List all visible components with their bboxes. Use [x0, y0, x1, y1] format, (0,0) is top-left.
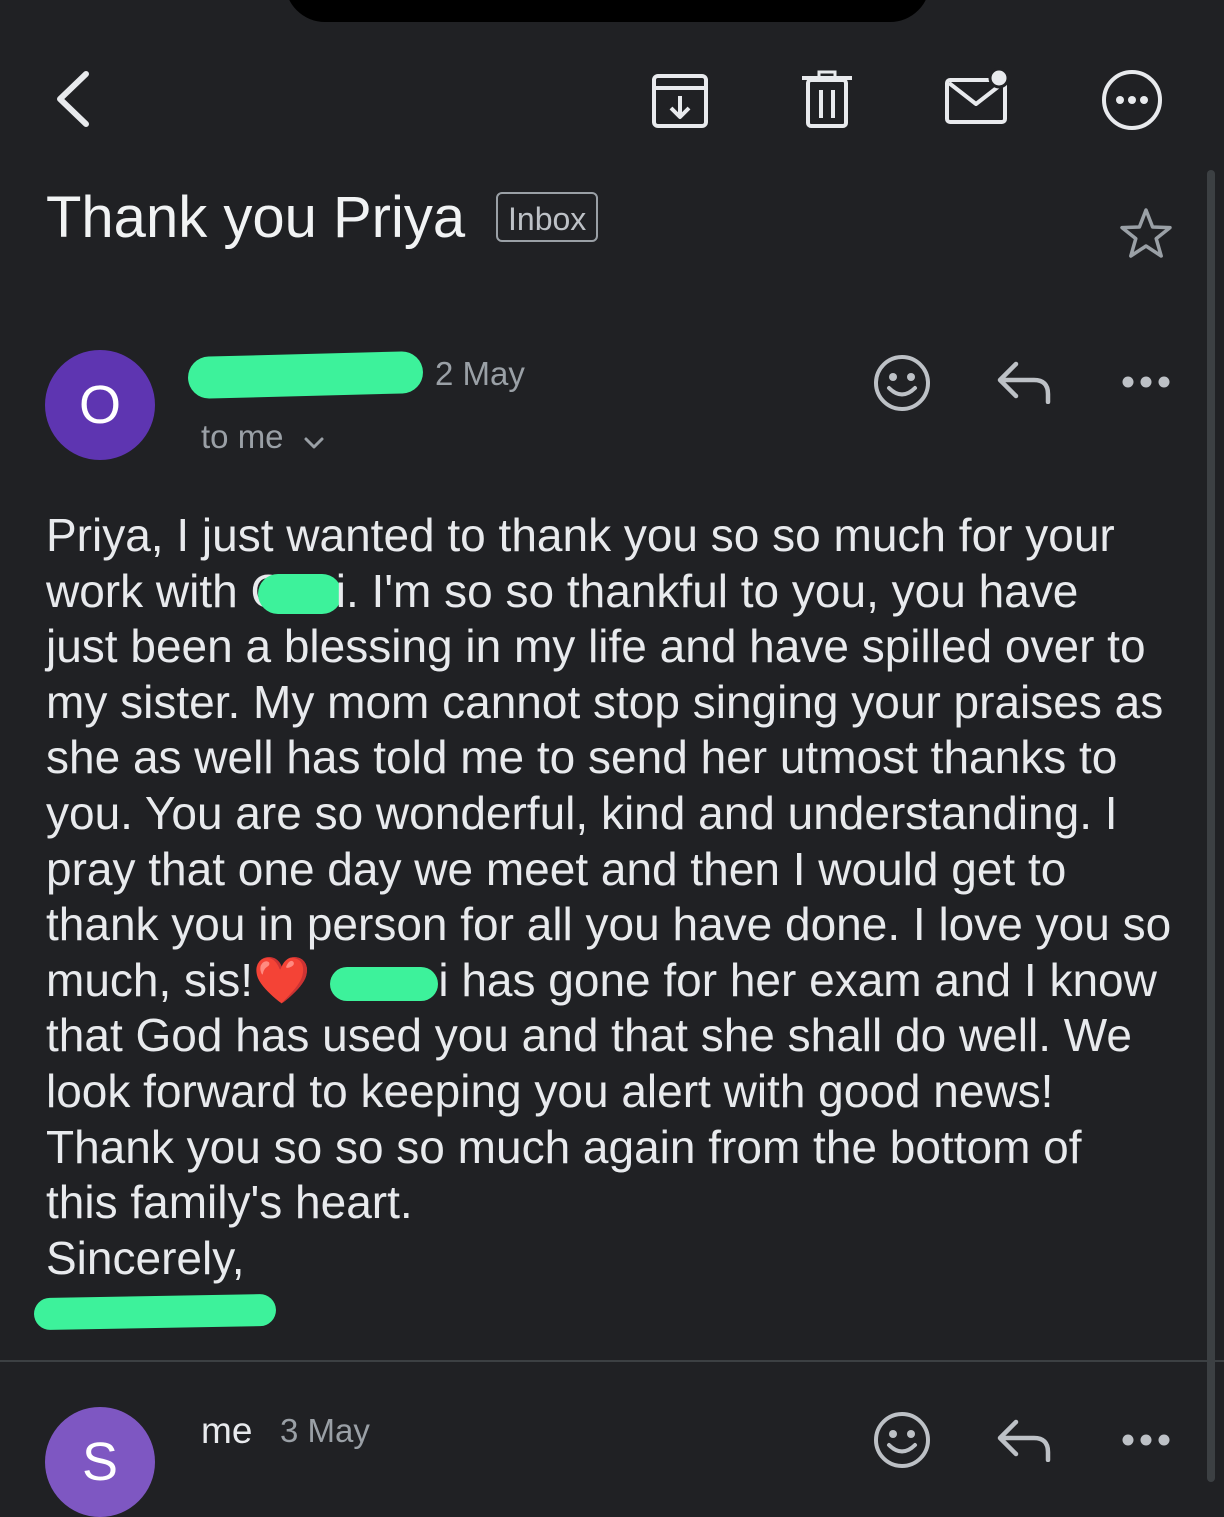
recipient-toggle[interactable]: to me: [201, 418, 325, 458]
more-icon[interactable]: [1120, 1430, 1172, 1450]
red-heart-emoji: ❤️: [253, 953, 311, 1006]
mark-unread-icon[interactable]: [944, 68, 1012, 128]
reply-icon[interactable]: [996, 360, 1052, 404]
body-line: Thank you so so so much again from the b…: [46, 1120, 1082, 1173]
chevron-down-icon: [303, 420, 325, 458]
body-line: just been a blessing in my life and have…: [46, 620, 1146, 673]
archive-icon[interactable]: [650, 70, 710, 130]
body-line: much, sis!❤️ i has gone for her exam and …: [46, 953, 1157, 1006]
body-line: she as well has told me to send her utmo…: [46, 731, 1118, 784]
body-line: thank you in person for all you have don…: [46, 898, 1172, 951]
back-arrow-icon[interactable]: [52, 70, 92, 128]
emoji-react-icon[interactable]: [872, 353, 932, 413]
sender-avatar[interactable]: O: [45, 350, 155, 460]
reply-icon[interactable]: [996, 1418, 1052, 1462]
scrollbar[interactable]: [1207, 170, 1215, 1482]
message-body: Priya, I just wanted to thank you so so …: [46, 508, 1186, 1286]
body-line: this family's heart.: [46, 1176, 413, 1229]
name-redaction: [330, 966, 439, 1001]
body-line: look forward to keeping you alert with g…: [46, 1064, 1054, 1117]
message-divider: [0, 1360, 1224, 1362]
body-line: my sister. My mom cannot stop singing yo…: [46, 675, 1164, 728]
sender-name-redaction: [187, 350, 424, 400]
sender-name: me: [201, 1410, 253, 1451]
body-line: pray that one day we meet and then I wou…: [46, 842, 1067, 895]
message-date: 3 May: [280, 1412, 370, 1449]
body-line: you. You are so wonderful, kind and unde…: [46, 786, 1118, 839]
email-subject: Thank you Priya: [46, 185, 466, 250]
signature-redaction: [33, 1293, 277, 1331]
more-options-icon[interactable]: [1100, 68, 1164, 132]
emoji-react-icon[interactable]: [872, 1410, 932, 1470]
recipient-label: to me: [201, 418, 284, 455]
message-date: 2 May: [435, 355, 525, 392]
sender-avatar[interactable]: S: [45, 1407, 155, 1517]
body-line: Sincerely,: [46, 1231, 245, 1284]
star-outline-icon[interactable]: [1118, 206, 1174, 262]
body-line: Priya, I just wanted to thank you so so …: [46, 509, 1115, 561]
trash-icon[interactable]: [800, 70, 854, 130]
body-line: that God has used you and that she shall…: [46, 1009, 1132, 1062]
device-notch: [285, 0, 930, 22]
more-icon[interactable]: [1120, 372, 1172, 392]
name-redaction: [257, 574, 342, 615]
body-line: work with Ci. I'm so so thankful to you,…: [46, 564, 1079, 617]
inbox-label-badge[interactable]: Inbox: [496, 192, 599, 242]
